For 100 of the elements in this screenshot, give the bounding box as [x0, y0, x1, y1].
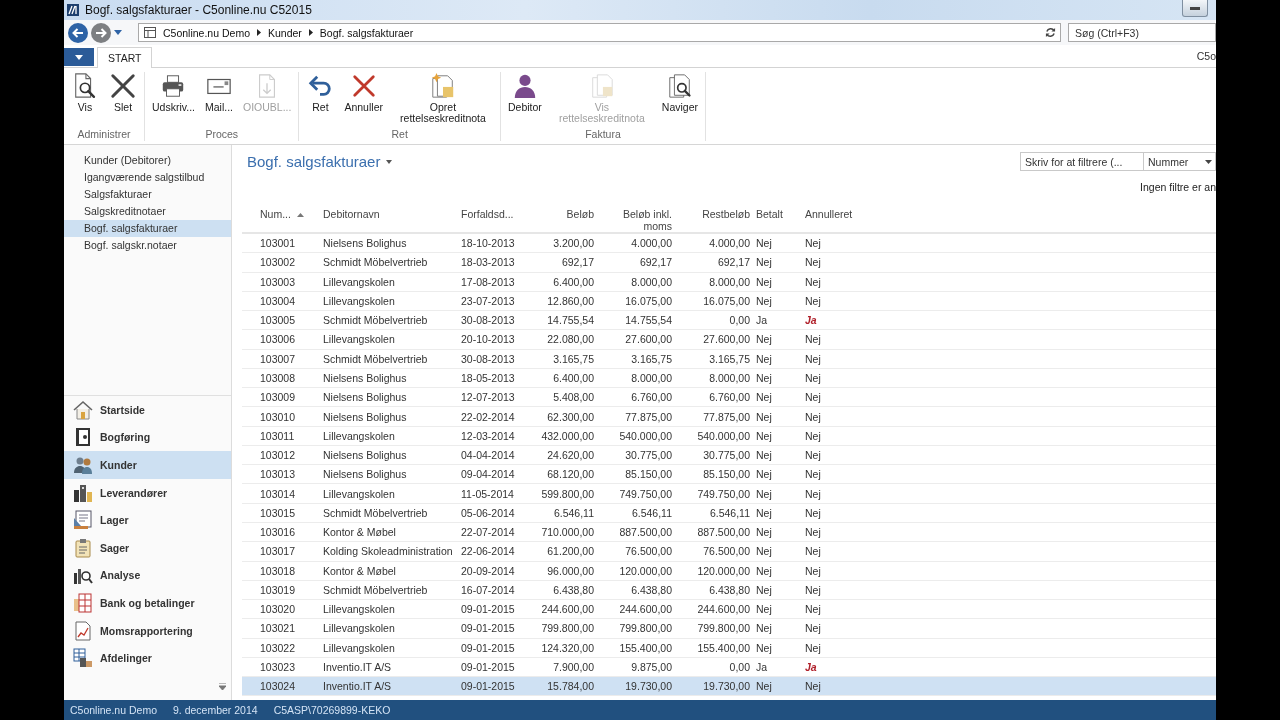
column-header[interactable]: Annulleret	[801, 206, 869, 232]
column-header[interactable]: Beløb	[532, 206, 598, 232]
navigation-section[interactable]: Momsrapportering	[64, 616, 231, 645]
table-cell-text: 12-03-2014	[460, 429, 516, 442]
ribbon-button[interactable]: Vis	[69, 72, 101, 113]
table-row[interactable]: 103010 Nielsens Bolighus 22-02-2014 62.300,00 77.875,00 77.875,00 Nej Nej	[242, 407, 1216, 427]
table-cell-text: 103019	[259, 583, 297, 596]
filter-field[interactable]: Skriv for at filtrere (...	[1020, 152, 1144, 171]
table-cell-text: 6.438,80	[630, 583, 673, 596]
people-icon	[73, 455, 93, 476]
table-row[interactable]: 103007 Schmidt Möbelvertrieb 30-08-2013 3.165,75 3.165,75 3.165,75 Nej Nej	[242, 349, 1216, 369]
table-row[interactable]: 103013 Nielsens Bolighus 09-04-2014 68.120,00 85.150,00 85.150,00 Nej Nej	[242, 465, 1216, 485]
table-row[interactable]: 103003 Lillevangskolen 17-08-2013 6.400,00 8.000,00 8.000,00 Nej Nej	[242, 272, 1216, 292]
sidebar-link[interactable]: Kunder (Debitorer)	[64, 152, 231, 169]
forward-button[interactable]	[91, 22, 111, 43]
sidebar-link[interactable]: Salgskreditnotaer	[64, 203, 231, 220]
table-cell-text: 30-08-2013	[460, 314, 516, 327]
ribbon-button[interactable]: Naviger	[659, 72, 700, 113]
history-dropdown[interactable]	[114, 30, 122, 35]
ribbon-group-label: Administrer	[77, 128, 131, 141]
navigation-section[interactable]: Bank og betalinger	[64, 589, 231, 617]
table-cell-text: 18-10-2013	[460, 237, 516, 250]
table-cell-text: 749.750,00	[618, 487, 673, 500]
table-row[interactable]: 103024 Inventio.IT A/S 09-01-2015 15.784,00 19.730,00 19.730,00 Nej Nej	[242, 677, 1216, 697]
refresh-icon[interactable]	[1045, 27, 1056, 38]
column-header[interactable]: Restbeløb	[676, 206, 754, 232]
table-cell-text: 61.200,00	[546, 545, 595, 558]
table-row[interactable]: 103018 Kontor & Møbel 20-09-2014 96.000,00 120.000,00 120.000,00 Nej Nej	[242, 561, 1216, 581]
table-cell-text: 68.120,00	[546, 468, 595, 481]
table-row[interactable]: 103002 Schmidt Möbelvertrieb 18-03-2013 692,17 692,17 692,17 Nej Nej	[242, 253, 1216, 273]
breadcrumb-link[interactable]: Kunder	[267, 26, 302, 39]
table-cell-text: Nej	[755, 564, 773, 577]
navigation-section[interactable]: Sager	[64, 534, 231, 562]
navigation-section[interactable]: Startside	[64, 396, 231, 424]
table-row[interactable]: 103017 Kolding Skoleadministration 22-06-2014 61.200,00 76.500,00 76.500,00 Nej Nej	[242, 542, 1216, 562]
navigation-section[interactable]: Analyse	[64, 561, 231, 590]
navigation-section[interactable]: Lager	[64, 506, 231, 535]
table-row[interactable]: 103008 Nielsens Bolighus 18-05-2013 6.400,00 8.000,00 8.000,00 Nej Nej	[242, 368, 1216, 389]
table-row[interactable]: 103015 Schmidt Möbelvertrieb 05-06-2014 6.546,11 6.546,11 6.546,11 Nej Nej	[242, 503, 1216, 523]
ribbon-button[interactable]: Mail...	[203, 72, 235, 113]
table-row[interactable]: 103019 Schmidt Möbelvertrieb 16-07-2014 6.438,80 6.438,80 6.438,80 Nej Nej	[242, 580, 1216, 601]
table-row[interactable]: 103022 Lillevangskolen 09-01-2015 124.320,00 155.400,00 155.400,00 Nej Nej	[242, 638, 1216, 658]
ribbon-button[interactable]: Debitor	[505, 72, 544, 113]
ribbon-button[interactable]: Annuller	[342, 72, 385, 113]
table-row[interactable]: 103016 Kontor & Møbel 22-07-2014 710.000,00 887.500,00 887.500,00 Nej Nej	[242, 523, 1216, 543]
breadcrumb-link[interactable]: Bogf. salgsfakturaer	[319, 26, 414, 39]
ribbon-button[interactable]: Ret	[304, 72, 337, 113]
table-cell-text: Nej	[755, 410, 773, 423]
column-header[interactable]: Debitornavn	[318, 206, 458, 232]
table-cell-text: Nej	[755, 294, 773, 307]
search-field[interactable]: Søg (Ctrl+F3)	[1068, 23, 1216, 42]
table-row[interactable]: 103020 Lillevangskolen 09-01-2015 244.600,00 244.600,00 244.600,00 Nej Nej	[242, 600, 1216, 620]
table-row[interactable]: 103011 Lillevangskolen 12-03-2014 432.000,00 540.000,00 540.000,00 Nej Nej	[242, 426, 1216, 446]
ribbon-button[interactable]: Opret rettelseskreditnota	[390, 72, 495, 124]
table-cell-text: 09-04-2014	[460, 468, 516, 481]
table-cell-text: 15.784,00	[546, 680, 595, 693]
column-header[interactable]: Beløb inkl. moms	[598, 206, 676, 232]
table-cell-text: 103016	[259, 526, 297, 539]
navigation-section[interactable]: Bogføring	[64, 423, 231, 452]
navigation-section[interactable]: Afdelinger	[64, 644, 231, 672]
column-header[interactable]: Num...	[242, 206, 318, 232]
ribbon-button[interactable]: Udskriv...	[150, 72, 197, 113]
table-cell-text: Nej	[755, 680, 773, 693]
table-row[interactable]: 103004 Lillevangskolen 23-07-2013 12.860,00 16.075,00 16.075,00 Nej Nej	[242, 291, 1216, 312]
column-header[interactable]: Forfaldsd...	[458, 206, 532, 232]
sidebar-link[interactable]: Salgsfakturaer	[64, 186, 231, 203]
ribbon-tab[interactable]: START	[97, 47, 153, 68]
minimize-button[interactable]	[1182, 0, 1208, 17]
table-cell-text: 6.400,00	[552, 372, 595, 384]
navigation-section[interactable]: Leverandører	[64, 478, 231, 507]
table-row[interactable]: 103012 Nielsens Bolighus 04-04-2014 24.620,00 30.775,00 30.775,00 Nej Nej	[242, 445, 1216, 466]
table-row[interactable]: 103006 Lillevangskolen 20-10-2013 22.080,00 27.600,00 27.600,00 Nej Nej	[242, 330, 1216, 350]
sidebar-link[interactable]: Bogf. salgskr.notaer	[64, 237, 231, 254]
ribbon-button[interactable]: Slet	[107, 72, 139, 113]
column-header[interactable]: Betalt	[754, 206, 801, 232]
table-cell-text: Nielsens Bolighus	[322, 449, 408, 462]
address-bar[interactable]: C5online.nu Demo Kunder Bogf. salgsfakturaer	[138, 23, 1061, 42]
table-cell-text: 96.000,00	[546, 564, 595, 577]
table-cell-text: Ja	[755, 660, 769, 673]
table-cell-text: Lillevangskolen	[322, 429, 396, 442]
back-button[interactable]	[68, 22, 88, 43]
caret-icon[interactable]	[386, 159, 393, 164]
table-row[interactable]: 103021 Lillevangskolen 09-01-2015 799.800,00 799.800,00 799.800,00 Nej Nej	[242, 619, 1216, 639]
breadcrumb-link[interactable]: C5online.nu Demo	[163, 26, 250, 39]
column-dropdown[interactable]: Nummer	[1144, 152, 1216, 171]
table-cell-text: Schmidt Möbelvertrieb	[322, 314, 429, 327]
table-row[interactable]: 103009 Nielsens Bolighus 12-07-2013 5.408,00 6.760,00 6.760,00 Nej Nej	[242, 388, 1216, 408]
table-cell-text: 85.150,00	[702, 468, 751, 481]
table-row[interactable]: 103001 Nielsens Bolighus 18-10-2013 3.200,00 4.000,00 4.000,00 Nej Nej	[242, 234, 1216, 254]
table-cell-text: Nej	[755, 506, 773, 519]
application-menu-button[interactable]	[64, 48, 94, 66]
table-cell-text: 103011	[259, 429, 296, 442]
sidebar-link[interactable]: Bogf. salgsfakturaer	[64, 220, 231, 237]
overflow-arrow-icon[interactable]	[219, 682, 226, 690]
table-row[interactable]: 103014 Lillevangskolen 11-05-2014 599.800,00 749.750,00 749.750,00 Nej Nej	[242, 484, 1216, 504]
sidebar-link[interactable]: Igangværende salgstilbud	[64, 169, 231, 186]
table-cell-text: Nej	[804, 429, 822, 442]
navigation-section[interactable]: Kunder	[64, 451, 231, 479]
table-row[interactable]: 103005 Schmidt Möbelvertrieb 30-08-2013 14.755,54 14.755,54 0,00 Ja Ja	[242, 311, 1216, 331]
table-cell-text: 103001	[259, 237, 297, 250]
